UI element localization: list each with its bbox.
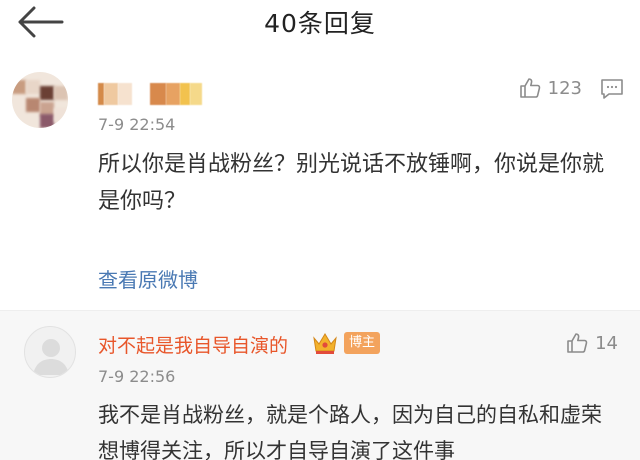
- username-pixelated[interactable]: [98, 83, 210, 105]
- default-avatar-icon: [33, 339, 69, 375]
- blogger-badge: 博主: [344, 332, 381, 354]
- like-button[interactable]: 123: [518, 76, 582, 100]
- comment-timestamp: 7-9 22:54: [98, 115, 176, 134]
- comment-item: 7-9 22:54 123 所以你是肖战粉丝？别光说话不放锤啊，你说是你就是你吗…: [0, 62, 640, 310]
- thumbs-up-icon: [519, 78, 540, 98]
- comment-item: 对不起是我自导自演的 博主 7-9 22:56 14 我不是肖战粉丝，就是个路人…: [0, 310, 640, 460]
- avatar[interactable]: [12, 72, 68, 128]
- username[interactable]: 对不起是我自导自演的: [98, 331, 288, 358]
- comment-text: 我不是肖战粉丝，就是个路人，因为自己的自私和虚荣想博得关注，所以才自导自演了这件…: [98, 403, 602, 460]
- view-original-post-link[interactable]: 查看原微博: [98, 264, 198, 293]
- comment-timestamp: 7-9 22:56: [98, 367, 176, 386]
- avatar[interactable]: [24, 326, 76, 378]
- like-button[interactable]: 14: [565, 331, 618, 355]
- like-count: 123: [547, 77, 582, 99]
- page-title: 40条回复: [264, 9, 376, 38]
- like-count: 14: [595, 332, 618, 354]
- reply-icon[interactable]: [600, 78, 624, 100]
- comment-text: 所以你是肖战粉丝？别光说话不放锤啊，你说是你就是你吗？: [98, 152, 605, 214]
- thumbs-up-icon: [567, 333, 588, 353]
- crown-icon: [313, 333, 337, 354]
- top-bar: 40条回复: [0, 0, 640, 46]
